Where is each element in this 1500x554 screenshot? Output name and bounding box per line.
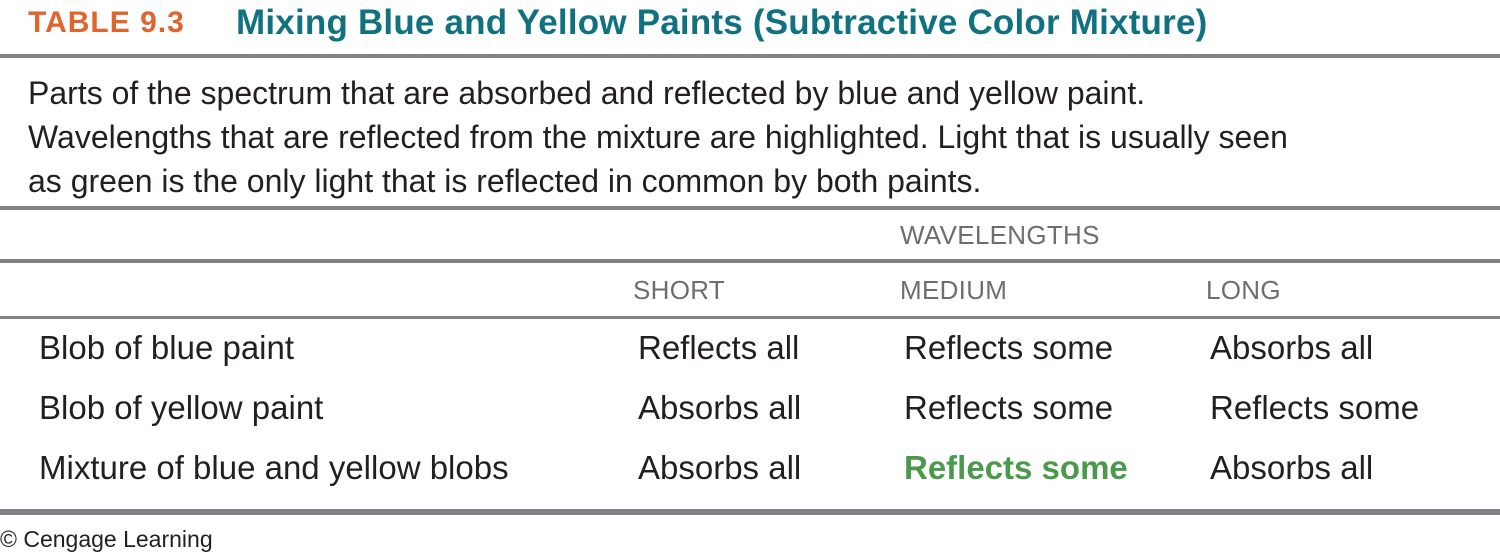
- column-header-long: LONG: [1206, 275, 1281, 305]
- caption-rule: [0, 206, 1500, 210]
- cell-short: Absorbs all: [638, 389, 802, 426]
- bottom-rule: [0, 509, 1500, 515]
- credit-line: © Cengage Learning: [0, 526, 213, 552]
- cell-short: Absorbs all: [638, 449, 802, 486]
- caption-line: Wavelengths that are reflected from the …: [28, 119, 1288, 155]
- table-label: TABLE 9.3: [28, 6, 185, 39]
- top-rule: [0, 54, 1500, 58]
- cell-long: Absorbs all: [1210, 449, 1374, 486]
- caption-line: Parts of the spectrum that are absorbed …: [28, 75, 1146, 111]
- cell-medium: Reflects some: [904, 329, 1114, 366]
- cell-short: Reflects all: [638, 329, 800, 366]
- row-label: Blob of blue paint: [39, 329, 295, 366]
- table-caption: Parts of the spectrum that are absorbed …: [28, 71, 1488, 203]
- table-title: Mixing Blue and Yellow Paints (Subtracti…: [236, 3, 1208, 42]
- group-rule: [0, 259, 1500, 263]
- group-header: WAVELENGTHS: [900, 220, 1100, 250]
- header-rule: [0, 316, 1500, 319]
- cell-medium: Reflects some: [904, 389, 1114, 426]
- column-header-medium: MEDIUM: [900, 275, 1008, 305]
- row-label: Blob of yellow paint: [39, 389, 324, 426]
- caption-line: as green is the only light that is refle…: [28, 163, 982, 199]
- row-label: Mixture of blue and yellow blobs: [39, 449, 509, 486]
- cell-long: Absorbs all: [1210, 329, 1374, 366]
- column-header-short: SHORT: [633, 275, 726, 305]
- cell-medium-highlighted: Reflects some: [904, 449, 1128, 486]
- cell-long: Reflects some: [1210, 389, 1420, 426]
